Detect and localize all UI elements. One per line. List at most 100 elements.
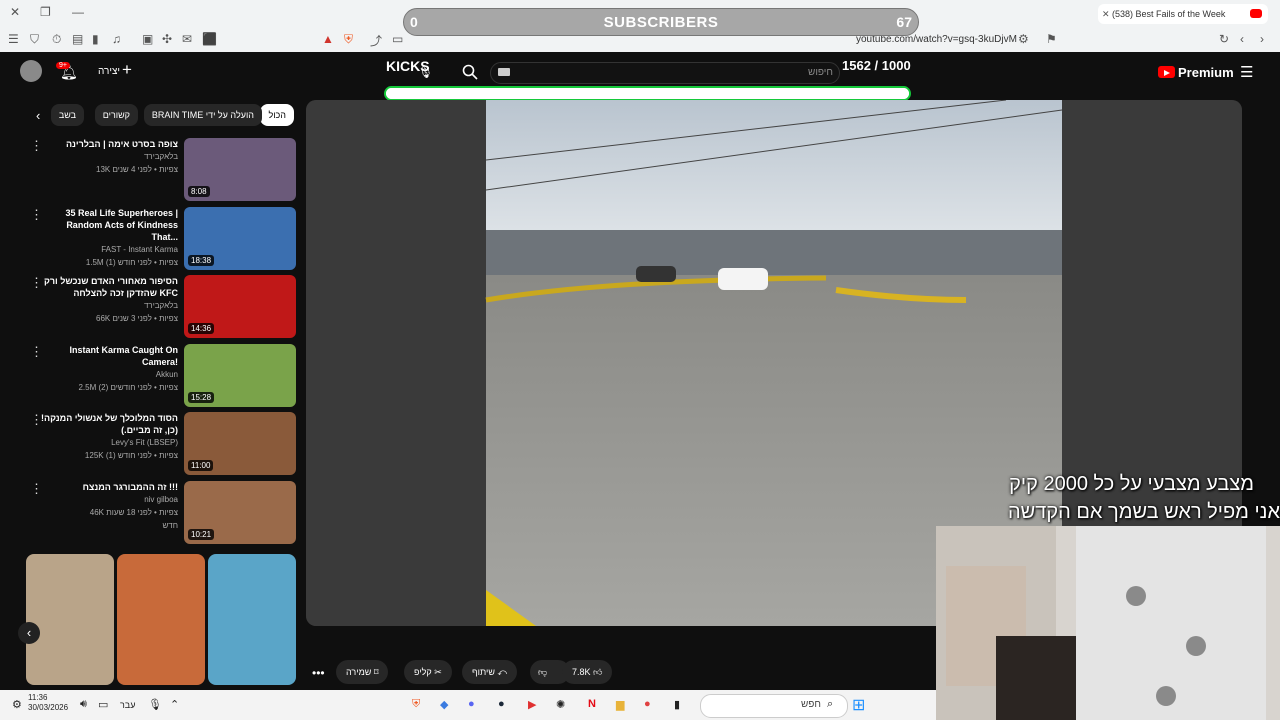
- related-thumbnail[interactable]: 14:36: [184, 275, 296, 338]
- back-icon[interactable]: ‹: [1240, 32, 1244, 46]
- kicks-progress-bar: [384, 86, 911, 101]
- plus-icon[interactable]: +: [122, 60, 132, 80]
- taskbar: ⚙ 11:36 30/03/2026 🔊︎ ▭ עבר 🎙︎ ⌃ ⛨ ◆ ● ●…: [0, 690, 936, 720]
- music-icon[interactable]: ♫: [112, 32, 121, 46]
- hamburger-icon[interactable]: ☰: [1240, 63, 1253, 81]
- clip-button[interactable]: קליפ ✂: [404, 660, 452, 684]
- language-label[interactable]: עבר: [120, 700, 135, 710]
- chip-3[interactable]: בשב: [50, 104, 84, 126]
- chip-0[interactable]: הכול: [260, 104, 294, 126]
- related-channel: FAST - Instant Karma: [101, 244, 178, 254]
- cast-icon[interactable]: ▭: [392, 32, 403, 46]
- youtube-taskbar-icon[interactable]: ▶: [528, 698, 536, 711]
- related-title: Instant Karma Caught On Camera!: [69, 344, 178, 367]
- chatgpt-icon[interactable]: ✺: [556, 698, 565, 711]
- related-views: 46K צפיות • לפני 18 שעות: [89, 507, 178, 517]
- keyboard-icon[interactable]: [498, 68, 510, 76]
- clip-label: קליפ: [414, 667, 432, 677]
- taskbar-search-label: חפש: [801, 699, 821, 710]
- share-icon[interactable]: ⤴: [370, 32, 382, 49]
- tabs-icon[interactable]: ▤: [72, 32, 83, 46]
- search-icon[interactable]: [462, 64, 478, 80]
- short-thumbnail[interactable]: [117, 554, 205, 685]
- related-thumbnail[interactable]: 15:28: [184, 343, 296, 407]
- save-button[interactable]: שמירה ⌑: [336, 660, 389, 684]
- overlay-line-2: אני מפיל ראש בשמך אם הקדשה: [1007, 501, 1280, 523]
- chip-1[interactable]: BRAIN TIME הועלה על ידי: [143, 104, 262, 126]
- premium-label[interactable]: Premium: [1178, 65, 1234, 80]
- forward-icon[interactable]: ›: [1260, 32, 1264, 46]
- shorts-prev-icon[interactable]: ‹: [18, 622, 40, 644]
- related-meta: הסיפור מאחורי האדם שנכשל ורק שהזדקן זכה …: [40, 275, 178, 325]
- restore-icon[interactable]: ❐: [40, 5, 51, 19]
- translate-blue-icon[interactable]: ⬛: [202, 32, 217, 46]
- kicks-label: KICKS: [386, 58, 430, 74]
- duration-badge: 10:21: [188, 528, 215, 540]
- tune-icon[interactable]: ⚙: [1018, 32, 1029, 46]
- avatar[interactable]: [20, 60, 42, 82]
- related-item[interactable]: ⋮ זה ההמבורגר המנצח !!! niv gilboa 46K צ…: [30, 480, 296, 545]
- triangle-icon[interactable]: ▲: [322, 32, 334, 46]
- related-thumbnail[interactable]: 10:21: [184, 480, 296, 544]
- reload-icon[interactable]: ↻: [1219, 32, 1229, 46]
- notification-badge: 9+: [56, 62, 70, 69]
- share-button[interactable]: שיתוף ⤺: [462, 660, 518, 684]
- subs-label: SUBSCRIBERS: [603, 14, 719, 31]
- sidebar-icon[interactable]: ▮: [92, 32, 99, 46]
- related-item[interactable]: ⋮ Instant Karma Caught On Camera! Akkun …: [30, 343, 296, 408]
- volume-icon[interactable]: 🔊︎: [80, 698, 87, 711]
- app2-icon[interactable]: ●: [644, 698, 651, 710]
- steam-icon[interactable]: ●: [498, 698, 505, 710]
- more-icon[interactable]: •••: [312, 666, 325, 680]
- terminal-icon[interactable]: ▮: [674, 698, 680, 711]
- history-icon[interactable]: ⏱: [52, 32, 61, 47]
- related-meta: Instant Karma Caught On Camera! Akkun 2.…: [40, 344, 178, 394]
- brave-icon[interactable]: ⛨: [344, 32, 353, 47]
- related-meta: צופה בסרט אימה | הבלרינה בלאקבירד 13K צפ…: [40, 138, 178, 176]
- brave-taskbar-icon[interactable]: ⛨: [412, 698, 420, 711]
- clock[interactable]: 11:36 30/03/2026: [28, 693, 68, 713]
- menu-icon[interactable]: ☰: [8, 32, 19, 46]
- network-icon[interactable]: ▭: [98, 698, 108, 711]
- related-thumbnail[interactable]: 11:00: [184, 412, 296, 475]
- like-button[interactable]: 7.8K 👍︎: [562, 660, 613, 684]
- taskbar-search[interactable]: חפש ⌕: [700, 694, 848, 718]
- weather-icon[interactable]: ⚙: [12, 698, 22, 711]
- browser-tab[interactable]: ✕ (538) Best Fails of the Week: [1098, 4, 1268, 24]
- chevron-left-icon[interactable]: ‹: [36, 108, 40, 123]
- short-thumbnail[interactable]: [26, 554, 114, 685]
- netflix-icon[interactable]: N: [588, 698, 596, 710]
- related-item[interactable]: ⋮ הסיפור מאחורי האדם שנכשל ורק שהזדקן זכ…: [30, 275, 296, 339]
- minimize-icon[interactable]: —: [72, 5, 84, 19]
- discord-icon[interactable]: ●: [468, 698, 475, 710]
- new-badge: חדש: [162, 520, 178, 530]
- chevron-up-icon[interactable]: ⌃: [170, 698, 179, 711]
- puzzle-icon[interactable]: ✣: [162, 32, 172, 46]
- related-views: 1.5M צפיות • לפני חודש (1): [85, 257, 178, 267]
- youtube-logo-icon[interactable]: [1158, 66, 1175, 78]
- tab-close-icon[interactable]: ✕: [1102, 4, 1110, 24]
- shield-icon[interactable]: ⛉: [30, 32, 39, 47]
- related-title: זה ההמבורגר המנצח !!!: [82, 481, 178, 492]
- short-thumbnail[interactable]: [208, 554, 296, 685]
- create-label[interactable]: יצירה: [98, 66, 120, 77]
- youtube-favicon-icon: [1250, 9, 1262, 18]
- related-item[interactable]: ⋮ הסוד המלוכלך של אנשולי המנקה! (כן, זה …: [30, 412, 296, 476]
- bookmark-icon[interactable]: ⚑: [1046, 32, 1057, 46]
- mic-tray-icon[interactable]: 🎙︎: [148, 698, 162, 711]
- related-title: 35 Real Life Superheroes | Random Acts o…: [65, 207, 178, 242]
- related-item[interactable]: ⋮ צופה בסרט אימה | הבלרינה בלאקבירד 13K …: [30, 138, 296, 202]
- folder-icon[interactable]: ▆: [616, 698, 624, 711]
- windows-start-icon[interactable]: ⊞: [852, 695, 865, 715]
- duration-badge: 8:08: [188, 186, 210, 197]
- translate-icon[interactable]: ✉: [182, 32, 192, 46]
- related-thumbnail[interactable]: 18:38: [184, 206, 296, 270]
- related-title: צופה בסרט אימה | הבלרינה: [65, 139, 178, 149]
- app-taskbar-icon[interactable]: ◆: [440, 698, 448, 711]
- wallet-icon[interactable]: ▣: [142, 32, 153, 46]
- close-icon[interactable]: ✕: [10, 5, 20, 19]
- related-thumbnail[interactable]: 8:08: [184, 138, 296, 201]
- related-item[interactable]: ⋮ 35 Real Life Superheroes | Random Acts…: [30, 206, 296, 271]
- chip-2[interactable]: קשורים: [94, 104, 138, 126]
- search-input[interactable]: חיפוש: [490, 62, 840, 84]
